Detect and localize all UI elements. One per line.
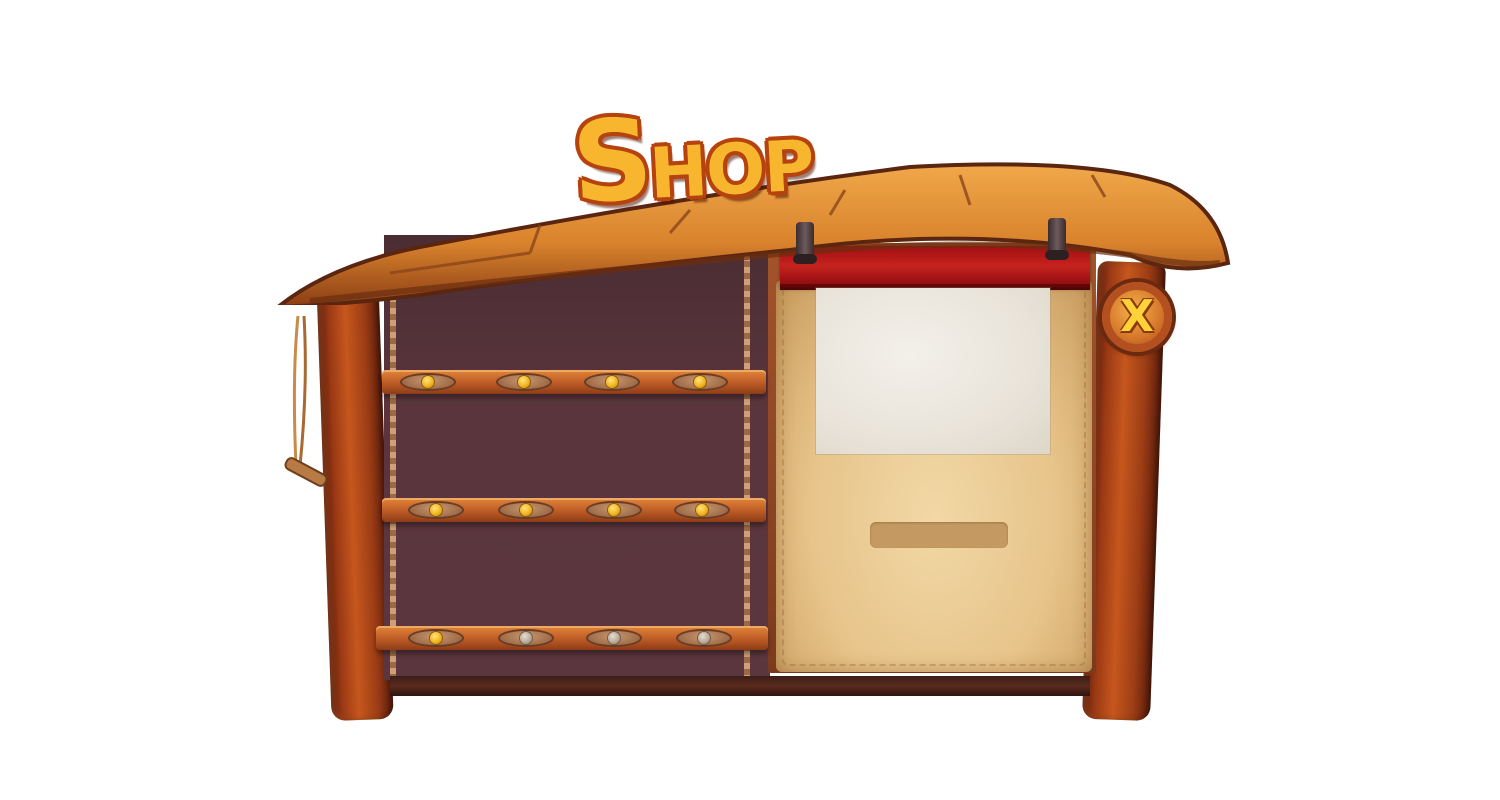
gold-coin-icon [422, 376, 434, 388]
gold-coin-icon [694, 376, 706, 388]
shop-title: SHOP [569, 85, 845, 229]
buy-button-slot[interactable] [870, 522, 1008, 548]
item-slot[interactable] [408, 501, 464, 519]
silver-coin-icon [520, 632, 532, 644]
gold-coin-icon [520, 504, 532, 516]
item-slot[interactable] [498, 629, 554, 647]
left-hook-icon [793, 222, 817, 264]
item-slot[interactable] [674, 501, 730, 519]
item-slot[interactable] [400, 373, 456, 391]
gold-coin-icon [606, 376, 618, 388]
top-shelf [382, 370, 766, 394]
silver-coin-icon [608, 632, 620, 644]
item-slot[interactable] [676, 629, 732, 647]
gold-coin-icon [696, 504, 708, 516]
item-slot[interactable] [586, 629, 642, 647]
item-slot[interactable] [408, 629, 464, 647]
middle-shelf [382, 498, 766, 522]
right-hook-icon [1045, 218, 1069, 260]
close-button[interactable]: X [1102, 282, 1172, 352]
shop-title-initial: S [568, 95, 653, 229]
close-icon: X [1120, 291, 1154, 342]
item-slot[interactable] [672, 373, 728, 391]
rope-decoration [284, 316, 328, 487]
item-slot[interactable] [498, 501, 554, 519]
gold-coin-icon [430, 504, 442, 516]
item-slot[interactable] [584, 373, 640, 391]
shop-title-rest: HOP [647, 124, 815, 215]
gold-coin-icon [518, 376, 530, 388]
item-slot[interactable] [496, 373, 552, 391]
bottom-shelf [376, 626, 768, 650]
gold-coin-icon [608, 504, 620, 516]
silver-coin-icon [698, 632, 710, 644]
base-rail [390, 676, 1090, 696]
item-preview-panel [816, 288, 1050, 454]
gold-coin-icon [430, 632, 442, 644]
left-rope-column [390, 260, 396, 680]
right-rope-column [744, 255, 750, 680]
item-slot[interactable] [586, 501, 642, 519]
